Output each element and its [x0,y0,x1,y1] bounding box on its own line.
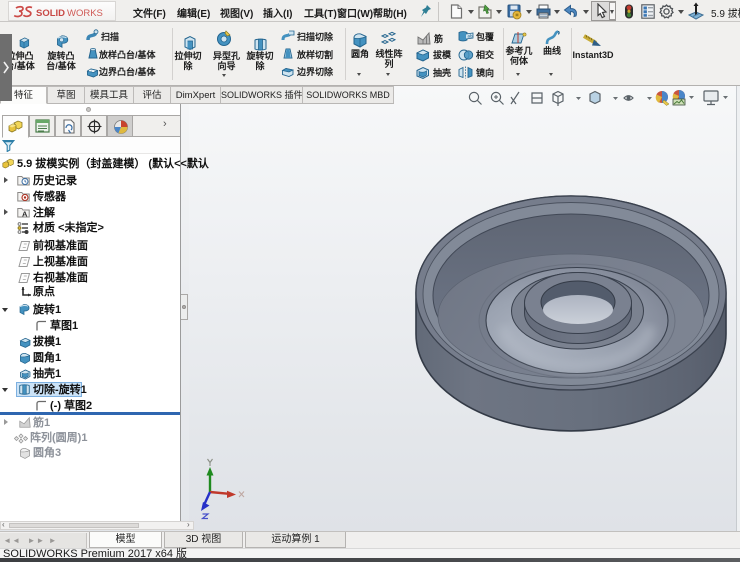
svg-text:ab: ab [468,34,474,39]
svg-text:A: A [22,210,28,219]
svg-text:SOLID: SOLID [36,8,65,19]
svg-text:WORKS: WORKS [67,8,103,19]
